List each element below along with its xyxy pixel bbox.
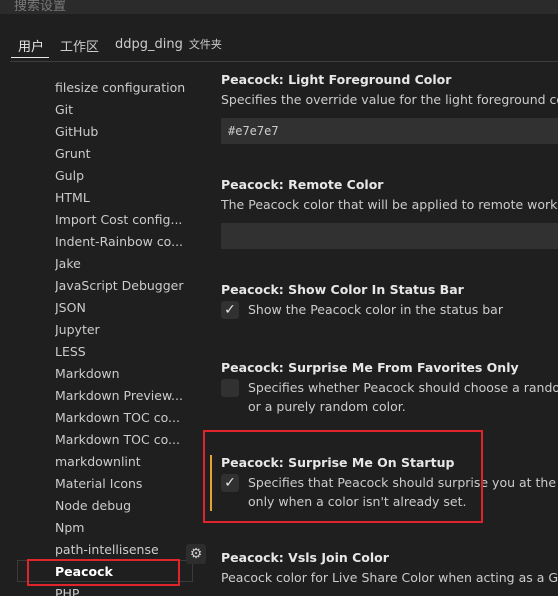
settings-list: Peacock: Light Foreground Color Specifie… [205, 66, 558, 596]
setting-description: Show the Peacock color in the status bar [248, 302, 503, 317]
tab-folder-label: ddpg_ding [115, 37, 183, 52]
focused-setting-indicator [210, 455, 212, 511]
toc-item[interactable]: Import Cost config... [55, 209, 195, 231]
status-bar-checkbox[interactable]: ✓ [221, 301, 239, 319]
tabs-divider [10, 61, 558, 62]
setting-description-line1: Specifies whether Peacock should choose … [248, 380, 558, 395]
toc-item[interactable]: Jake [55, 253, 195, 275]
toc-item[interactable]: Material Icons [55, 473, 195, 495]
setting-description: The Peacock color that will be applied t… [221, 197, 558, 212]
toc-item[interactable]: PHP [55, 583, 195, 596]
setting-vsls-join-color: Peacock: Vsls Join Color Peacock color f… [221, 550, 558, 587]
toc-item[interactable]: JavaScript Debugger [55, 275, 195, 297]
search-placeholder: 搜索设置 [14, 0, 67, 14]
setting-favorites-only: Peacock: Surprise Me From Favorites Only… [221, 360, 558, 416]
toc-item[interactable]: markdownlint [55, 451, 195, 473]
remote-color-input[interactable] [221, 223, 558, 249]
setting-show-status-bar: Peacock: Show Color In Status Bar Show t… [221, 282, 558, 319]
toc-item[interactable]: Npm [55, 517, 195, 539]
toc-item[interactable]: Markdown TOC co... [55, 429, 195, 451]
surprise-on-startup-checkbox[interactable]: ✓ [221, 474, 239, 492]
toc-item[interactable]: Git [55, 99, 195, 121]
setting-remote-color: Peacock: Remote Color The Peacock color … [221, 177, 558, 214]
setting-title: Peacock: Surprise Me From Favorites Only [221, 360, 519, 375]
setting-title: Peacock: Light Foreground Color [221, 72, 452, 87]
favorites-only-checkbox[interactable] [221, 379, 239, 397]
setting-light-foreground: Peacock: Light Foreground Color Specifie… [221, 72, 558, 109]
tab-folder[interactable]: ddpg_ding 文件夹 [115, 36, 222, 52]
toc-item[interactable]: path-intellisense [55, 539, 195, 561]
setting-description: Specifies the override value for the lig… [221, 92, 558, 107]
toc-item[interactable]: LESS [55, 341, 195, 363]
active-tab-indicator [11, 57, 49, 58]
toc-item[interactable]: JSON [55, 297, 195, 319]
toc-item[interactable]: Grunt [55, 143, 195, 165]
tab-folder-suffix: 文件夹 [188, 38, 222, 51]
setting-description: Peacock color for Live Share Color when … [221, 570, 558, 585]
toc-item[interactable]: Markdown TOC co... [55, 407, 195, 429]
gear-icon[interactable]: ⚙ [186, 544, 206, 564]
settings-toc: filesize configuration Git GitHub Grunt Gulp… [0, 66, 205, 596]
search-settings-input[interactable]: 搜索设置 [0, 0, 558, 14]
check-icon: ✓ [224, 475, 236, 491]
setting-title: Peacock: Remote Color [221, 177, 384, 192]
setting-title: Peacock: Surprise Me On Startup [221, 455, 455, 470]
setting-title: Peacock: Show Color In Status Bar [221, 282, 464, 297]
setting-description-line1: Specifies that Peacock should surprise y… [248, 475, 558, 490]
setting-description-line2: or a purely random color. [248, 399, 406, 414]
setting-surprise-on-startup: Peacock: Surprise Me On Startup Specifie… [221, 455, 558, 511]
toc-item[interactable]: filesize configuration [55, 77, 195, 99]
toc-item[interactable]: HTML [55, 187, 195, 209]
tab-workspace[interactable]: 工作区 [60, 36, 99, 55]
toc-item[interactable]: Gulp [55, 165, 195, 187]
setting-title: Peacock: Vsls Join Color [221, 550, 389, 565]
light-foreground-input[interactable]: #e7e7e7 [221, 118, 558, 144]
toc-item[interactable]: Node debug [55, 495, 195, 517]
toc-item[interactable]: Jupyter [55, 319, 195, 341]
toc-item[interactable]: GitHub [55, 121, 195, 143]
toc-item[interactable]: Indent-Rainbow co... [55, 231, 195, 253]
check-icon: ✓ [224, 302, 236, 318]
setting-description-line2: only when a color isn't already set. [248, 494, 467, 509]
toc-item[interactable]: Peacock [55, 561, 195, 583]
settings-scope-tabs: 用户 工作区 ddpg_ding 文件夹 [0, 30, 558, 60]
toc-item[interactable]: Markdown [55, 363, 195, 385]
toc-item[interactable]: Markdown Preview... [55, 385, 195, 407]
tab-user[interactable]: 用户 [18, 36, 44, 55]
